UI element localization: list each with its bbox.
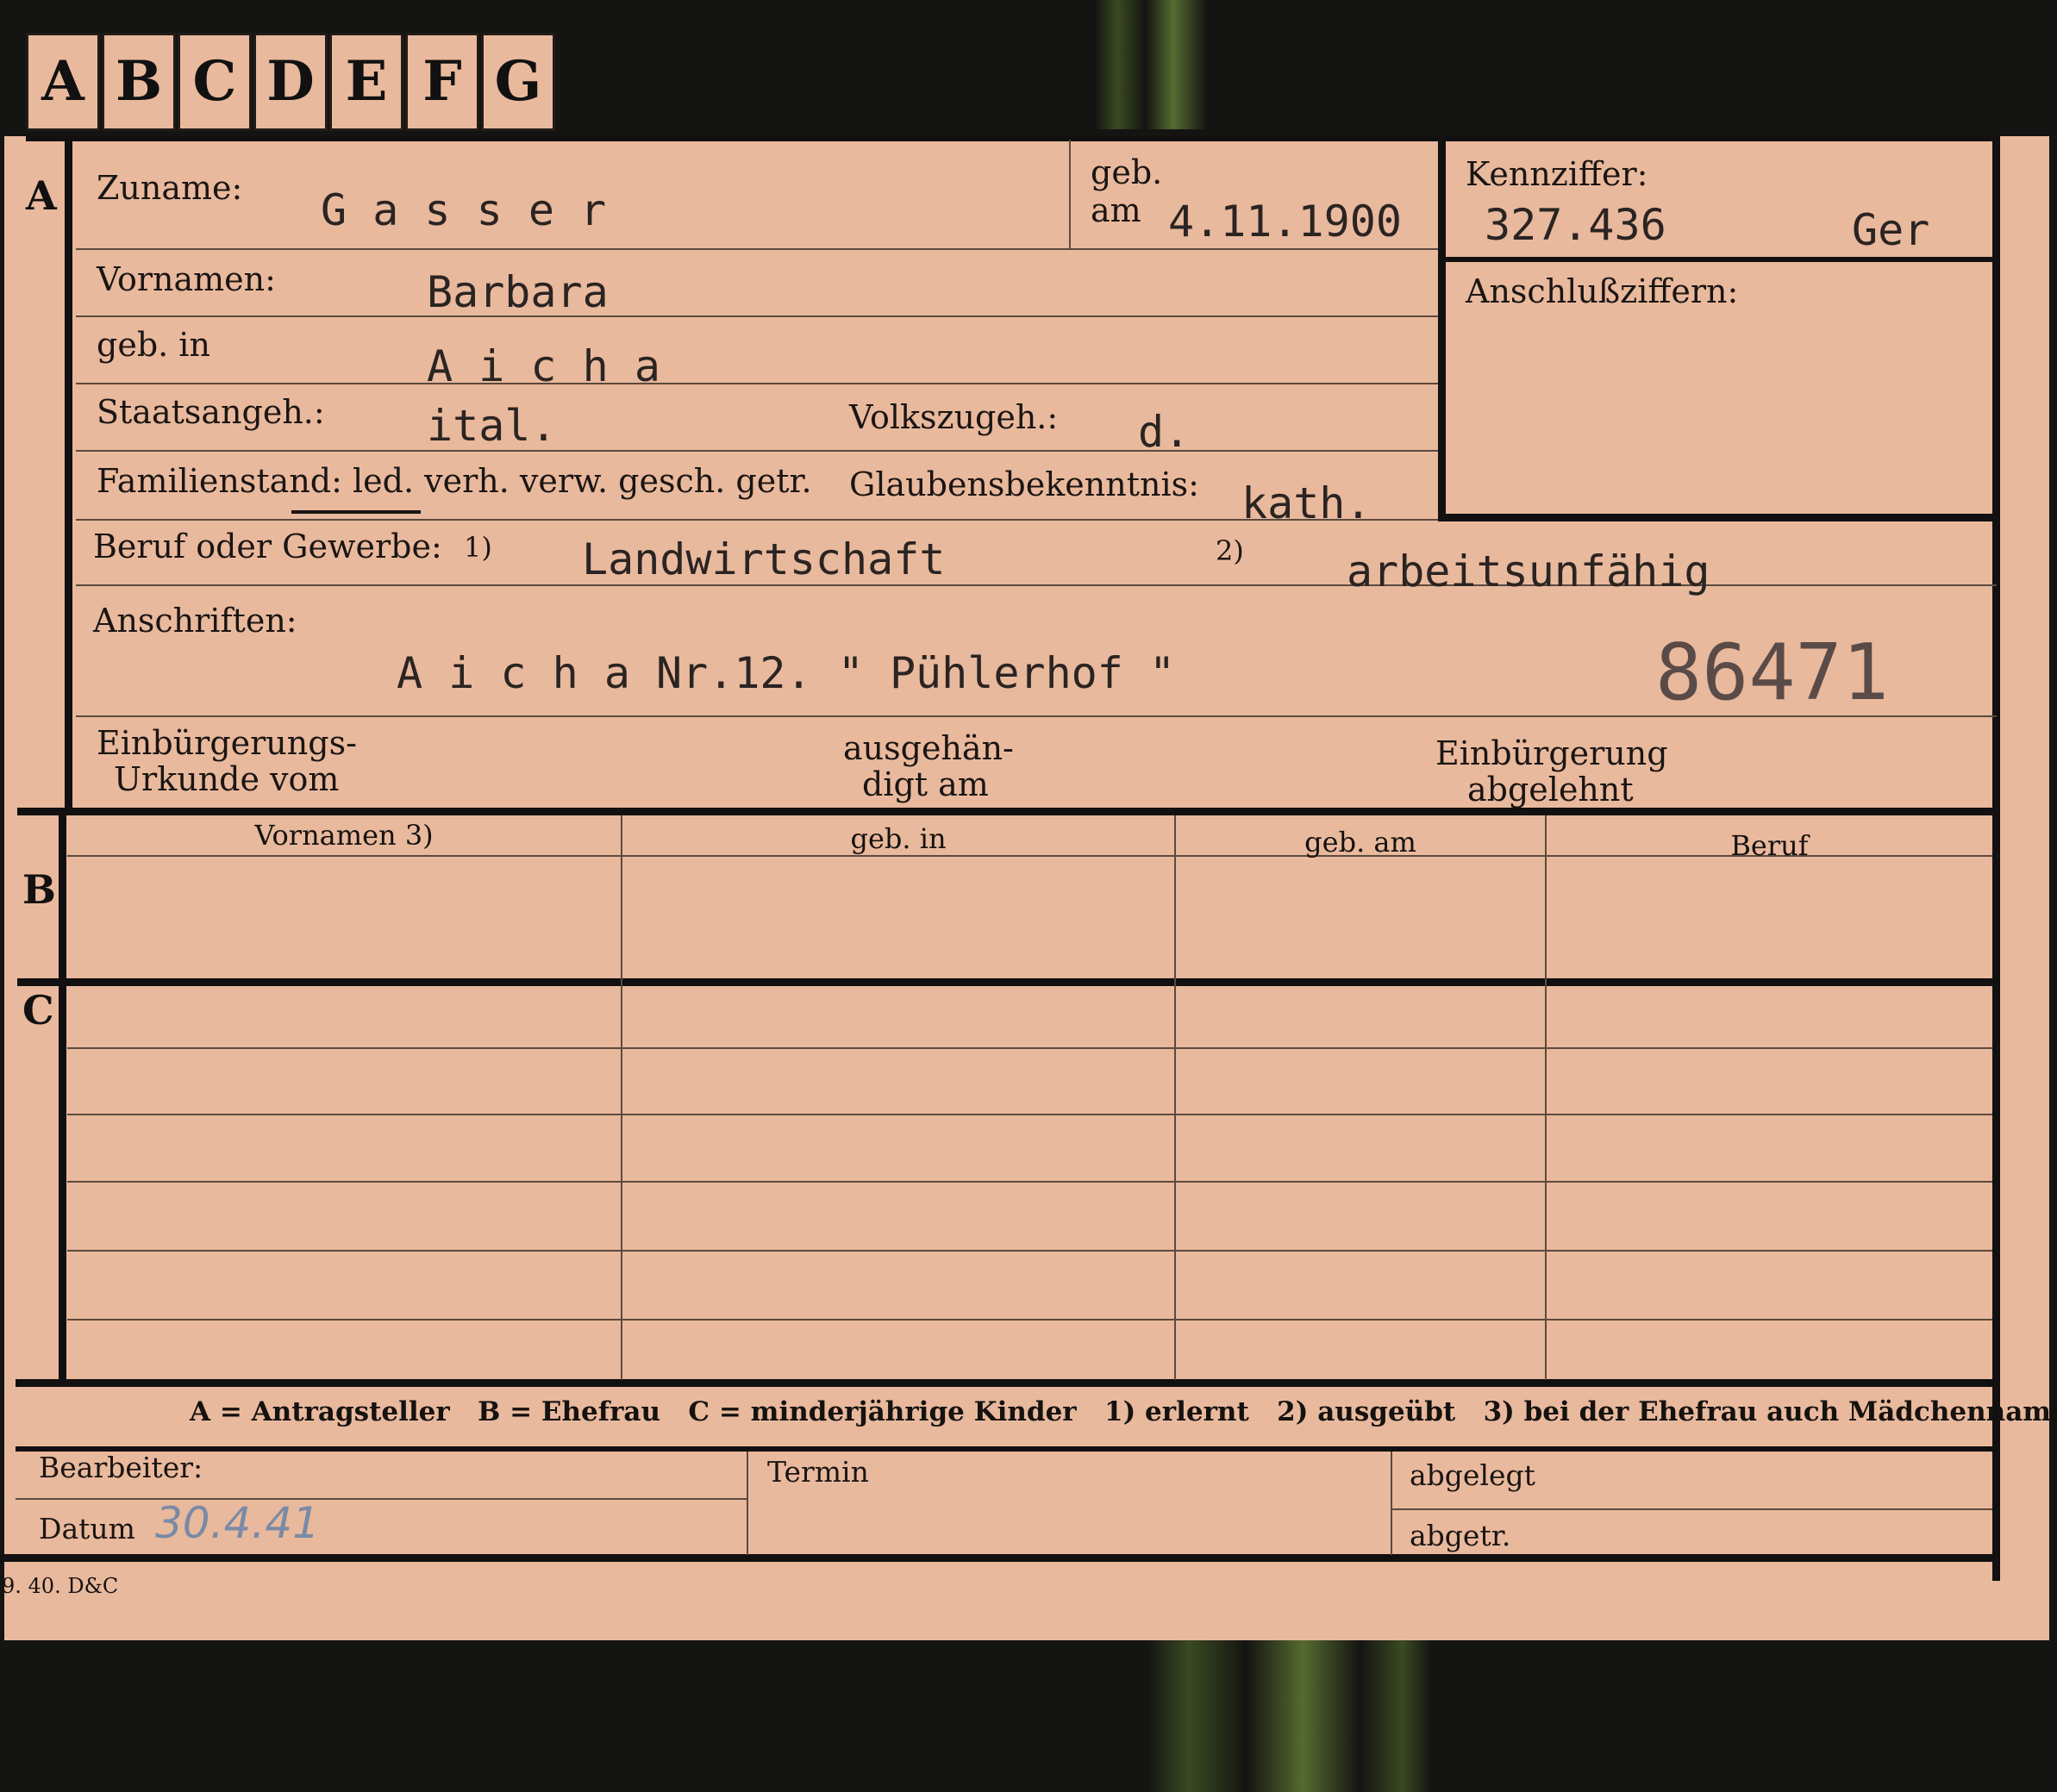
line-geb-in bbox=[76, 383, 1438, 384]
beruf-label: Beruf oder Gewerbe: bbox=[93, 528, 442, 565]
table-row-line bbox=[67, 1319, 1992, 1321]
beruf-ausgeuebt-value[interactable]: arbeitsunfähig bbox=[1347, 546, 1710, 596]
beruf-erlernt-value[interactable]: Landwirtschaft bbox=[582, 534, 945, 584]
frame-section-a-bottom bbox=[17, 808, 1997, 815]
kennziffer-label: Kennziffer: bbox=[1466, 155, 1648, 193]
tab-g[interactable]: G bbox=[481, 33, 555, 131]
table-col-divider-1 bbox=[621, 815, 622, 1380]
kennziffer-suffix[interactable]: Ger bbox=[1852, 205, 1929, 255]
staatsangeh-value[interactable]: ital. bbox=[427, 401, 557, 451]
staatsangeh-label: Staatsangeh.: bbox=[97, 393, 325, 431]
legend: A = Antragsteller B = Ehefrau C = minder… bbox=[190, 1396, 2057, 1427]
zuname-label: Zuname: bbox=[97, 169, 243, 207]
einbuergerungs-urkunde-label-1: Einbürgerungs- bbox=[97, 724, 357, 762]
line-familienstand bbox=[76, 519, 1438, 521]
footer-line-left bbox=[16, 1498, 747, 1500]
vornamen-value[interactable]: Barbara bbox=[427, 267, 609, 317]
vornamen-label: Vornamen: bbox=[97, 260, 276, 298]
table-header-beruf: Beruf bbox=[1730, 829, 1809, 862]
form-number: 9. 40. D&C bbox=[2, 1574, 119, 1598]
abgelegt-label: abgelegt bbox=[1410, 1458, 1535, 1492]
line-staatsangeh bbox=[76, 450, 1438, 452]
geb-am-value[interactable]: 4.11.1900 bbox=[1168, 197, 1402, 247]
abgetr-label: abgetr. bbox=[1410, 1519, 1511, 1552]
datum-label: Datum bbox=[39, 1512, 135, 1545]
frame-left-section-bc bbox=[59, 810, 66, 1383]
familienstand-underline bbox=[291, 510, 421, 514]
glaubensbekenntnis-label: Glaubensbekenntnis: bbox=[849, 465, 1199, 503]
anschlussziffern-label: Anschlußziffern: bbox=[1466, 272, 1739, 310]
geb-divider bbox=[1069, 140, 1071, 250]
bearbeiter-label: Bearbeiter: bbox=[39, 1451, 203, 1484]
familienstand-label: Familienstand: led. verh. verw. gesch. g… bbox=[97, 462, 812, 500]
table-row-line bbox=[67, 1047, 1992, 1049]
beruf-footnote-1: 1) bbox=[464, 531, 492, 564]
frame-footer-bottom bbox=[0, 1554, 2000, 1562]
volkszugeh-label: Volkszugeh.: bbox=[849, 398, 1059, 436]
table-header-vornamen: Vornamen 3) bbox=[254, 819, 434, 852]
frame-right bbox=[1992, 140, 2000, 1581]
frame-section-b-bottom bbox=[17, 978, 1997, 986]
einbuergerung-abgelehnt-label-1: Einbürgerung bbox=[1435, 734, 1668, 772]
termin-label: Termin bbox=[767, 1455, 869, 1489]
kennziffer-value[interactable]: 327.436 bbox=[1485, 200, 1666, 250]
kennziffer-box-mid bbox=[1438, 257, 1998, 262]
kennziffer-box-left bbox=[1438, 140, 1446, 521]
ausgehaendigt-label-1: ausgehän- bbox=[843, 729, 1014, 767]
tab-a[interactable]: A bbox=[26, 33, 100, 131]
tab-c[interactable]: C bbox=[178, 33, 252, 131]
frame-legend-bottom bbox=[16, 1446, 1997, 1452]
table-col-divider-3 bbox=[1545, 815, 1547, 1380]
anschriften-label: Anschriften: bbox=[93, 602, 297, 640]
geb-in-value[interactable]: A i c h a bbox=[427, 341, 660, 391]
glaubensbekenntnis-value[interactable]: kath. bbox=[1241, 478, 1372, 528]
tab-f[interactable]: F bbox=[405, 33, 479, 131]
section-b-label: B bbox=[22, 866, 56, 913]
stamp-number: 86471 bbox=[1655, 628, 1889, 718]
film-stripe-bottom bbox=[1147, 1638, 1431, 1792]
line-vornamen bbox=[76, 315, 1438, 317]
beruf-footnote-2: 2) bbox=[1216, 534, 1244, 567]
footer-line-right bbox=[1391, 1508, 1992, 1510]
anschrift-value[interactable]: A i c h a Nr.12. " Pühlerhof " bbox=[397, 648, 1175, 698]
zuname-value[interactable]: G a s s e r bbox=[321, 185, 606, 235]
volkszugeh-value[interactable]: d. bbox=[1138, 407, 1190, 457]
table-header-geb-am: geb. am bbox=[1304, 826, 1416, 859]
datum-value[interactable]: 30.4.41 bbox=[155, 1498, 320, 1548]
tab-d[interactable]: D bbox=[253, 33, 328, 131]
kennziffer-box-bottom bbox=[1438, 514, 1998, 521]
table-row-line bbox=[67, 1114, 1992, 1115]
footer-divider-2 bbox=[1391, 1452, 1392, 1555]
tab-e[interactable]: E bbox=[329, 33, 403, 131]
table-row-line bbox=[67, 1250, 1992, 1252]
einbuergerung-abgelehnt-label-2: abgelehnt bbox=[1467, 771, 1634, 809]
geb-in-label: geb. in bbox=[97, 326, 210, 364]
tab-b[interactable]: B bbox=[102, 33, 176, 131]
frame-left-section-a bbox=[65, 136, 72, 809]
am-label: am bbox=[1091, 191, 1141, 229]
section-a-label: A bbox=[26, 172, 57, 219]
table-row-line bbox=[67, 1181, 1992, 1183]
frame-section-c-bottom bbox=[16, 1379, 1997, 1387]
table-header-geb-in: geb. in bbox=[850, 822, 947, 855]
geb-label: geb. bbox=[1091, 153, 1163, 191]
section-c-label: C bbox=[22, 987, 54, 1033]
footer-divider-1 bbox=[747, 1452, 748, 1555]
line-zuname bbox=[76, 248, 1438, 250]
table-col-divider-2 bbox=[1174, 815, 1176, 1380]
frame-top bbox=[26, 136, 2000, 141]
ausgehaendigt-label-2: digt am bbox=[862, 765, 989, 803]
film-stripe-top bbox=[1095, 0, 1207, 129]
einbuergerungs-urkunde-label-2: Urkunde vom bbox=[114, 760, 340, 798]
